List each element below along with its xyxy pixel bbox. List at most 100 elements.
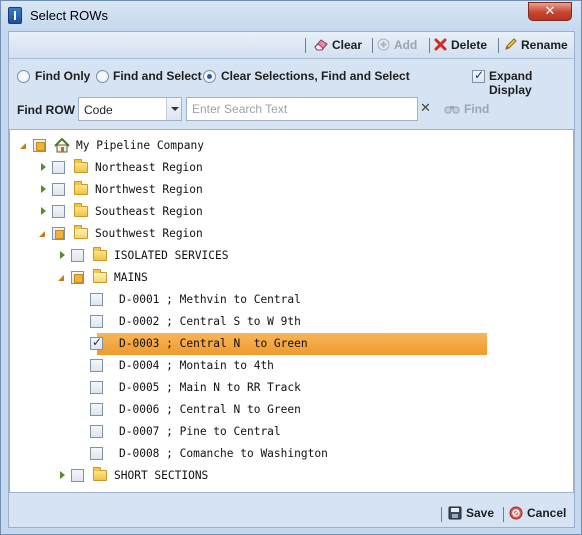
tree-row[interactable]: My Pipeline Company [10, 135, 573, 157]
toolbar-separator [305, 38, 306, 53]
tree-checkbox[interactable] [33, 139, 46, 152]
expand-arrow-open-icon[interactable] [20, 143, 26, 149]
folder-icon [93, 247, 107, 261]
find-row-bar: Find ROW Code ✕ Find [9, 95, 574, 121]
tree-row[interactable]: ISOLATED SERVICES [10, 245, 573, 267]
delete-label: Delete [451, 38, 488, 52]
tree-row[interactable]: Southeast Region [10, 201, 573, 223]
tree-checkbox[interactable] [90, 381, 103, 394]
toolbar-separator [429, 38, 430, 53]
tree-row[interactable]: Northwest Region [10, 179, 573, 201]
tree-node-label: D-0006 ; Central N to Green [119, 403, 301, 416]
tree-node-label: Northeast Region [95, 161, 203, 174]
close-button[interactable]: ✕ [528, 2, 572, 21]
tree-checkbox[interactable] [90, 335, 103, 350]
expand-arrow-closed-icon[interactable] [41, 207, 46, 215]
home-icon [54, 138, 70, 153]
save-label: Save [466, 506, 495, 520]
tree-row[interactable]: SHORT SECTIONS [10, 465, 573, 487]
tree-row[interactable]: D-0005 ; Main N to RR Track [10, 377, 573, 399]
folder-open-icon [74, 225, 88, 239]
find-and-select-label: Find and Select [113, 69, 202, 83]
toolbar-separator [372, 38, 373, 53]
tree-checkbox[interactable] [52, 205, 65, 218]
binoculars-icon [444, 106, 460, 115]
tree-node-label: SHORT SECTIONS [114, 469, 209, 482]
tree-node-label: D-0003 ; Central N to Green [119, 337, 308, 350]
tree-node-label: Southeast Region [95, 205, 203, 218]
cancel-circle-icon [509, 506, 523, 520]
tree-row[interactable]: D-0006 ; Central N to Green [10, 399, 573, 421]
field-dropdown[interactable]: Code [78, 97, 182, 121]
radio-clear-find-select[interactable] [203, 70, 216, 83]
tree-checkbox[interactable] [52, 183, 65, 196]
select-rows-dialog: Select ROWs ✕ Clear Add Delete Rename Fi… [0, 0, 582, 535]
tree-node-label: MAINS [114, 271, 148, 284]
find-button[interactable]: Find [444, 102, 489, 116]
tree-node-label: D-0001 ; Methvin to Central [119, 293, 301, 306]
folder-open-icon [93, 269, 107, 283]
cancel-button[interactable]: Cancel [509, 506, 566, 521]
tree-checkbox[interactable] [52, 161, 65, 174]
tree-checkbox[interactable] [90, 403, 103, 416]
expand-display-label: Expand Display [489, 69, 533, 97]
search-box [186, 97, 418, 121]
clear-search-icon[interactable]: ✕ [420, 101, 431, 116]
clear-find-select-label: Clear Selections, Find and Select [221, 69, 410, 83]
tree-row[interactable]: D-0004 ; Montain to 4th [10, 355, 573, 377]
tree-node-label: My Pipeline Company [76, 139, 204, 152]
delete-button[interactable]: Delete [434, 36, 487, 54]
rename-button[interactable]: Rename [504, 36, 568, 54]
tree-row[interactable]: D-0007 ; Pine to Central [10, 421, 573, 443]
expand-arrow-closed-icon[interactable] [60, 471, 65, 479]
tree-row[interactable]: D-0002 ; Central S to W 9th [10, 311, 573, 333]
field-dropdown-value: Code [84, 103, 113, 117]
add-button[interactable]: Add [377, 36, 417, 54]
find-row-label: Find ROW [17, 103, 75, 117]
tree-checkbox[interactable] [71, 469, 84, 482]
footer-separator [503, 507, 504, 522]
tree-row[interactable]: Northeast Region [10, 157, 573, 179]
tree-node-label: D-0002 ; Central S to W 9th [119, 315, 301, 328]
search-input[interactable] [190, 99, 416, 119]
chevron-down-icon[interactable] [166, 98, 181, 120]
title-bar: Select ROWs ✕ [1, 1, 581, 31]
expand-arrow-closed-icon[interactable] [60, 251, 65, 259]
clear-label: Clear [332, 38, 363, 52]
tree-row-selected[interactable]: D-0003 ; Central N to Green [10, 333, 573, 355]
eraser-icon [314, 39, 328, 51]
tree-row[interactable]: MAINS [10, 267, 573, 289]
expand-arrow-open-icon[interactable] [39, 231, 45, 237]
folder-icon [74, 203, 88, 217]
tree-checkbox[interactable] [52, 227, 65, 240]
tree-checkbox[interactable] [71, 271, 84, 284]
save-button[interactable]: Save [448, 506, 494, 521]
tree-node-label: Southwest Region [95, 227, 203, 240]
window-title: Select ROWs [30, 8, 109, 23]
row-tree[interactable]: My Pipeline Company Northeast Region North… [9, 129, 574, 493]
tree-checkbox[interactable] [71, 249, 84, 262]
plus-circle-icon [377, 38, 390, 51]
tree-checkbox[interactable] [90, 425, 103, 438]
tree-checkbox[interactable] [90, 359, 103, 372]
radio-find-and-select[interactable] [96, 70, 109, 83]
dialog-footer: Save Cancel [9, 499, 574, 527]
tree-checkbox[interactable] [90, 293, 103, 306]
tree-node-label: D-0005 ; Main N to RR Track [119, 381, 301, 394]
tree-row[interactable]: Southwest Region [10, 223, 573, 245]
floppy-disk-icon [448, 506, 462, 520]
footer-separator [441, 507, 442, 522]
add-label: Add [394, 38, 418, 52]
tree-checkbox[interactable] [90, 447, 103, 460]
tree-row[interactable]: D-0001 ; Methvin to Central [10, 289, 573, 311]
expand-arrow-open-icon[interactable] [58, 275, 64, 281]
tree-checkbox[interactable] [90, 315, 103, 328]
tree-node-label: Northwest Region [95, 183, 203, 196]
clear-button[interactable]: Clear [314, 36, 362, 54]
radio-find-only[interactable] [17, 70, 30, 83]
expand-arrow-closed-icon[interactable] [41, 185, 46, 193]
tree-row[interactable]: D-0008 ; Comanche to Washington [10, 443, 573, 465]
tree-node-label: ISOLATED SERVICES [114, 249, 229, 262]
expand-display-checkbox[interactable] [472, 68, 485, 83]
expand-arrow-closed-icon[interactable] [41, 163, 46, 171]
